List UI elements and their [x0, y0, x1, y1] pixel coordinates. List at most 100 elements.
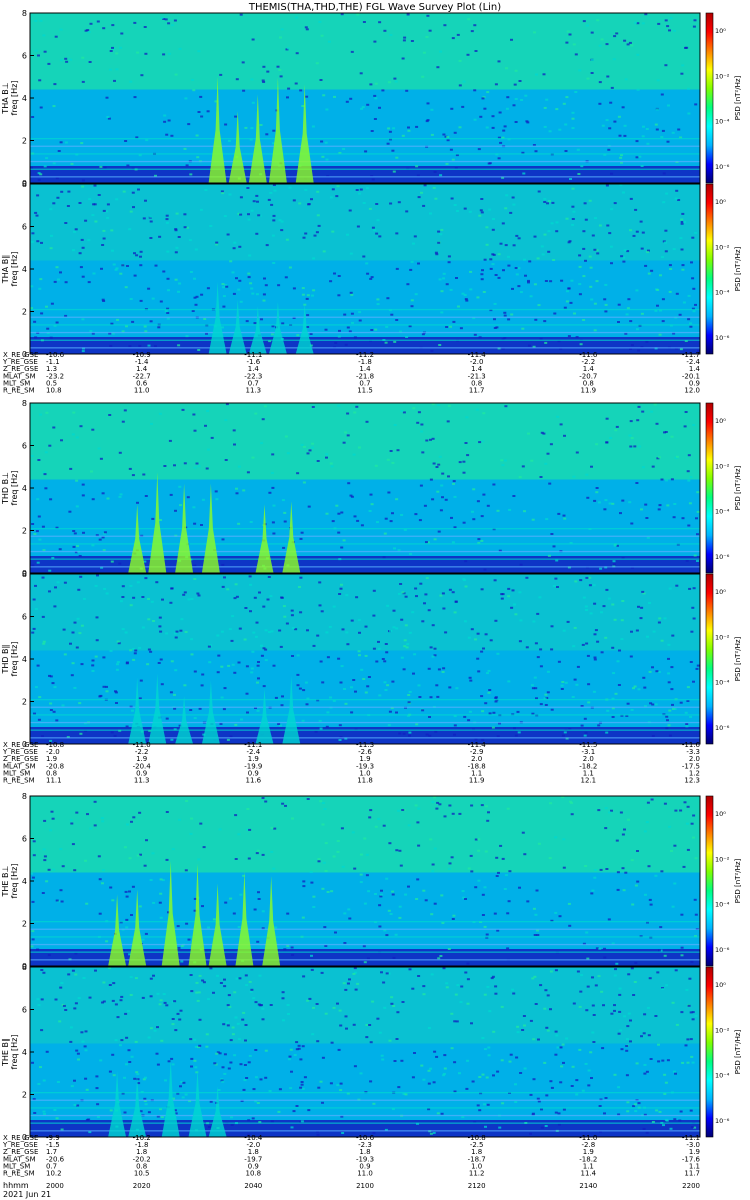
noise-pixel — [350, 711, 354, 714]
noise-pixel — [388, 1039, 392, 1042]
noise-pixel — [30, 240, 34, 243]
noise-pixel — [600, 990, 604, 993]
noise-pixel — [70, 1085, 74, 1088]
noise-pixel — [613, 35, 617, 38]
noise-pixel — [96, 20, 100, 23]
noise-pixel — [69, 819, 73, 822]
noise-pixel — [166, 250, 170, 253]
noise-pixel — [686, 470, 690, 473]
noise-pixel — [81, 483, 85, 486]
noise-pixel — [395, 267, 399, 270]
noise-pixel — [431, 437, 435, 440]
noise-pixel — [103, 587, 107, 590]
noise-pixel — [566, 290, 569, 293]
noise-pixel — [197, 111, 201, 113]
noise-pixel — [637, 405, 641, 408]
noise-pixel — [681, 1061, 685, 1064]
noise-pixel — [281, 997, 285, 1000]
noise-pixel — [127, 1049, 131, 1052]
noise-pixel — [635, 1062, 639, 1065]
y-tick-label: 6 — [22, 613, 27, 622]
noise-pixel — [195, 1071, 199, 1074]
noise-pixel — [692, 680, 695, 683]
noise-pixel — [539, 665, 543, 668]
noise-pixel — [218, 828, 222, 831]
noise-pixel — [502, 129, 506, 132]
time-tick-label: 2140 — [579, 1182, 597, 1190]
noise-pixel — [95, 639, 99, 642]
noise-pixel — [673, 882, 677, 885]
noise-pixel — [488, 208, 492, 211]
noise-pixel — [451, 918, 455, 920]
noise-pixel — [420, 430, 424, 433]
noise-pixel — [492, 1074, 495, 1077]
noise-pixel — [257, 661, 260, 663]
noise-pixel — [505, 107, 509, 110]
noise-pixel — [667, 104, 670, 107]
noise-pixel — [234, 115, 238, 118]
noise-pixel — [85, 1088, 89, 1091]
noise-pixel — [659, 926, 663, 929]
noise-pixel — [686, 848, 690, 851]
noise-pixel — [221, 563, 225, 566]
colorbar-tick-label: 10⁰ — [715, 588, 726, 596]
noise-pixel — [281, 499, 285, 502]
noise-pixel — [627, 298, 631, 301]
noise-pixel — [458, 1072, 461, 1075]
noise-pixel — [345, 594, 349, 597]
noise-pixel — [433, 796, 437, 799]
noise-pixel — [567, 287, 571, 290]
noise-pixel — [620, 638, 624, 641]
noise-pixel — [641, 590, 645, 593]
noise-pixel — [326, 891, 330, 893]
colorbar-tick-label: 10⁰ — [715, 198, 726, 206]
harmonic-line — [30, 943, 700, 946]
noise-pixel — [544, 693, 548, 696]
noise-pixel — [212, 918, 216, 921]
noise-pixel — [36, 240, 40, 243]
noise-pixel — [229, 260, 233, 263]
noise-pixel — [495, 875, 499, 877]
noise-pixel — [378, 904, 382, 907]
noise-pixel — [231, 271, 235, 274]
noise-pixel — [323, 926, 327, 929]
noise-pixel — [514, 69, 518, 72]
noise-pixel — [613, 544, 617, 547]
noise-pixel — [59, 848, 63, 851]
noise-pixel — [295, 1105, 299, 1107]
noise-pixel — [603, 956, 607, 959]
noise-pixel — [421, 75, 425, 78]
noise-pixel — [447, 948, 451, 950]
noise-pixel — [449, 288, 453, 291]
noise-pixel — [555, 230, 559, 233]
noise-pixel — [380, 971, 383, 974]
noise-pixel — [521, 831, 525, 834]
noise-pixel — [102, 1000, 106, 1003]
noise-pixel — [82, 531, 85, 534]
noise-pixel — [53, 686, 57, 689]
noise-pixel — [578, 293, 582, 296]
noise-pixel — [268, 1090, 272, 1092]
noise-pixel — [603, 947, 606, 950]
noise-pixel — [460, 985, 464, 988]
noise-pixel — [316, 190, 320, 193]
noise-pixel — [81, 246, 85, 249]
noise-pixel — [30, 455, 34, 457]
noise-pixel — [329, 696, 333, 699]
noise-pixel — [306, 294, 310, 297]
noise-pixel — [271, 521, 275, 524]
noise-pixel — [563, 731, 567, 734]
noise-pixel — [687, 1004, 691, 1007]
noise-pixel — [111, 24, 115, 27]
noise-pixel — [534, 687, 538, 690]
noise-pixel — [114, 691, 118, 694]
noise-pixel — [693, 554, 697, 557]
noise-pixel — [296, 673, 300, 676]
noise-pixel — [335, 504, 339, 507]
noise-pixel — [238, 279, 242, 282]
noise-pixel — [412, 407, 416, 410]
noise-pixel — [349, 291, 353, 294]
noise-pixel — [223, 978, 226, 981]
noise-pixel — [163, 1001, 167, 1004]
noise-pixel — [504, 405, 508, 408]
